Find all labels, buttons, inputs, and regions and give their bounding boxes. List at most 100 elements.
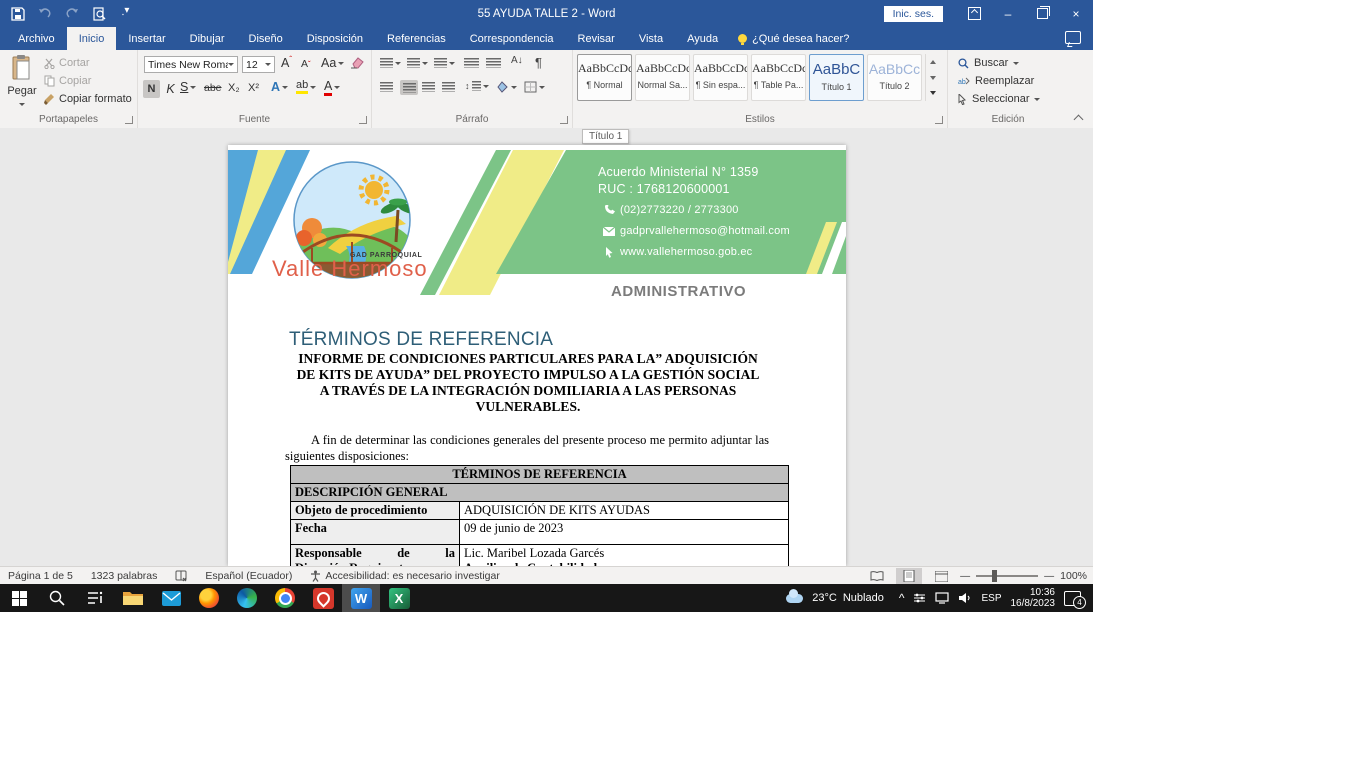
increase-indent-button[interactable]: [486, 58, 501, 68]
subscript-button[interactable]: X₂: [228, 82, 240, 94]
word-taskbar-button[interactable]: W: [342, 584, 380, 612]
sort-button[interactable]: A↓: [511, 55, 523, 66]
multilevel-list-button[interactable]: [434, 58, 455, 68]
strikethrough-button[interactable]: abe: [204, 82, 222, 94]
clock[interactable]: 10:36 16/8/2023: [1011, 587, 1056, 609]
proofing-icon[interactable]: [175, 570, 187, 582]
style-normal[interactable]: AaBbCcDc ¶ Normal: [577, 54, 632, 101]
clear-formatting-button[interactable]: [350, 56, 364, 69]
accessibility-status[interactable]: Accesibilidad: es necesario investigar: [310, 570, 500, 582]
sign-in-button[interactable]: Inic. ses.: [884, 6, 943, 22]
zoom-slider-thumb[interactable]: [992, 570, 997, 582]
zoom-slider[interactable]: [976, 575, 1038, 577]
justify-button[interactable]: [442, 82, 455, 92]
find-button[interactable]: Buscar: [958, 57, 1019, 69]
cut-button[interactable]: Cortar: [44, 57, 90, 69]
font-color-button[interactable]: A: [324, 80, 340, 96]
style-normal-sa[interactable]: AaBbCcDc Normal Sa...: [635, 54, 690, 101]
tray-expand-chevron[interactable]: ^: [899, 591, 905, 605]
clipboard-dialog-launcher[interactable]: [125, 116, 133, 124]
excel-taskbar-button[interactable]: X: [380, 584, 418, 612]
ribbon-display-options-button[interactable]: [957, 0, 991, 27]
align-center-button[interactable]: [400, 80, 418, 95]
tab-disposicion[interactable]: Disposición: [295, 27, 375, 50]
shrink-font-button[interactable]: Aˇ: [301, 58, 311, 70]
weather-temp[interactable]: 23°C: [812, 592, 837, 604]
word-count[interactable]: 1323 palabras: [91, 570, 158, 582]
styles-dialog-launcher[interactable]: [935, 116, 943, 124]
zoom-in-button[interactable]: —: [1044, 571, 1054, 582]
search-button[interactable]: [38, 584, 76, 612]
numbering-button[interactable]: [407, 58, 428, 68]
tab-referencias[interactable]: Referencias: [375, 27, 458, 50]
copy-button[interactable]: Copiar: [44, 75, 91, 87]
file-explorer-button[interactable]: [114, 584, 152, 612]
notification-center-button[interactable]: 4: [1064, 591, 1081, 606]
zoom-out-button[interactable]: —: [960, 571, 970, 582]
tab-archivo[interactable]: Archivo: [6, 27, 67, 50]
superscript-button[interactable]: X²: [248, 82, 259, 94]
language-tray[interactable]: ESP: [981, 593, 1001, 604]
align-left-button[interactable]: [380, 82, 393, 92]
select-button[interactable]: Seleccionar: [958, 93, 1040, 105]
comments-icon[interactable]: [1065, 31, 1081, 44]
web-layout-button[interactable]: [928, 568, 954, 584]
style-table-pa[interactable]: AaBbCcDc ¶ Table Pa...: [751, 54, 806, 101]
line-spacing-button[interactable]: ↕: [465, 81, 489, 91]
tab-inicio[interactable]: Inicio: [67, 27, 117, 50]
italic-button[interactable]: K: [163, 80, 178, 98]
style-titulo-2[interactable]: AaBbCc Título 2: [867, 54, 922, 101]
change-case-button[interactable]: Aa: [321, 56, 344, 70]
zoom-percent[interactable]: 100%: [1060, 570, 1087, 582]
shading-button[interactable]: [496, 81, 517, 93]
tab-dibujar[interactable]: Dibujar: [178, 27, 237, 50]
print-layout-button[interactable]: [896, 568, 922, 584]
tab-insertar[interactable]: Insertar: [116, 27, 177, 50]
bullets-button[interactable]: [380, 58, 401, 68]
firefox-button[interactable]: [190, 584, 228, 612]
tab-diseno[interactable]: Diseño: [237, 27, 295, 50]
format-painter-button[interactable]: Copiar formato: [44, 93, 132, 105]
weather-icon[interactable]: [786, 594, 803, 603]
style-sin-espaciado[interactable]: AaBbCcDc ¶ Sin espa...: [693, 54, 748, 101]
page-indicator[interactable]: Página 1 de 5: [8, 570, 73, 582]
highlight-button[interactable]: ab: [296, 80, 316, 94]
underline-button[interactable]: S: [180, 80, 196, 94]
font-name-combo[interactable]: Times New Roma: [144, 56, 238, 73]
style-titulo-1[interactable]: AaBbC Título 1: [809, 54, 864, 101]
document-page[interactable]: Acuerdo Ministerial N° 1359 RUC : 176812…: [228, 145, 846, 566]
font-dialog-launcher[interactable]: [359, 116, 367, 124]
decrease-indent-button[interactable]: [464, 58, 479, 68]
tab-ayuda[interactable]: Ayuda: [675, 27, 730, 50]
mail-button[interactable]: [152, 584, 190, 612]
grow-font-button[interactable]: Aˆ: [281, 56, 292, 70]
restore-button[interactable]: [1025, 0, 1059, 27]
text-effects-button[interactable]: A: [271, 80, 288, 94]
volume-icon[interactable]: [958, 592, 972, 604]
styles-scroll-up[interactable]: [926, 54, 940, 70]
start-button[interactable]: [0, 584, 38, 612]
tab-revisar[interactable]: Revisar: [566, 27, 627, 50]
minimize-button[interactable]: –: [991, 0, 1025, 27]
paste-button[interactable]: Pegar: [5, 55, 39, 109]
network-icon[interactable]: [935, 592, 949, 604]
collapse-ribbon-button[interactable]: [1075, 114, 1083, 122]
close-button[interactable]: ×: [1059, 0, 1093, 27]
styles-scroll-down[interactable]: [926, 70, 940, 86]
weather-desc[interactable]: Nublado: [843, 592, 884, 604]
task-view-button[interactable]: [76, 584, 114, 612]
styles-gallery-more[interactable]: [926, 85, 940, 101]
replace-button[interactable]: ab Reemplazar: [958, 75, 1034, 87]
battery-settings-icon[interactable]: [913, 592, 926, 604]
edge-button[interactable]: [228, 584, 266, 612]
pilcrow-button[interactable]: ¶: [535, 55, 542, 70]
tab-vista[interactable]: Vista: [627, 27, 675, 50]
chrome-button[interactable]: [266, 584, 304, 612]
align-right-button[interactable]: [422, 82, 435, 92]
font-size-combo[interactable]: 12: [242, 56, 275, 73]
borders-button[interactable]: [524, 81, 545, 93]
tab-correspondencia[interactable]: Correspondencia: [458, 27, 566, 50]
read-mode-button[interactable]: [864, 568, 890, 584]
tell-me-box[interactable]: ¿Qué desea hacer?: [730, 27, 857, 50]
paragraph-dialog-launcher[interactable]: [560, 116, 568, 124]
